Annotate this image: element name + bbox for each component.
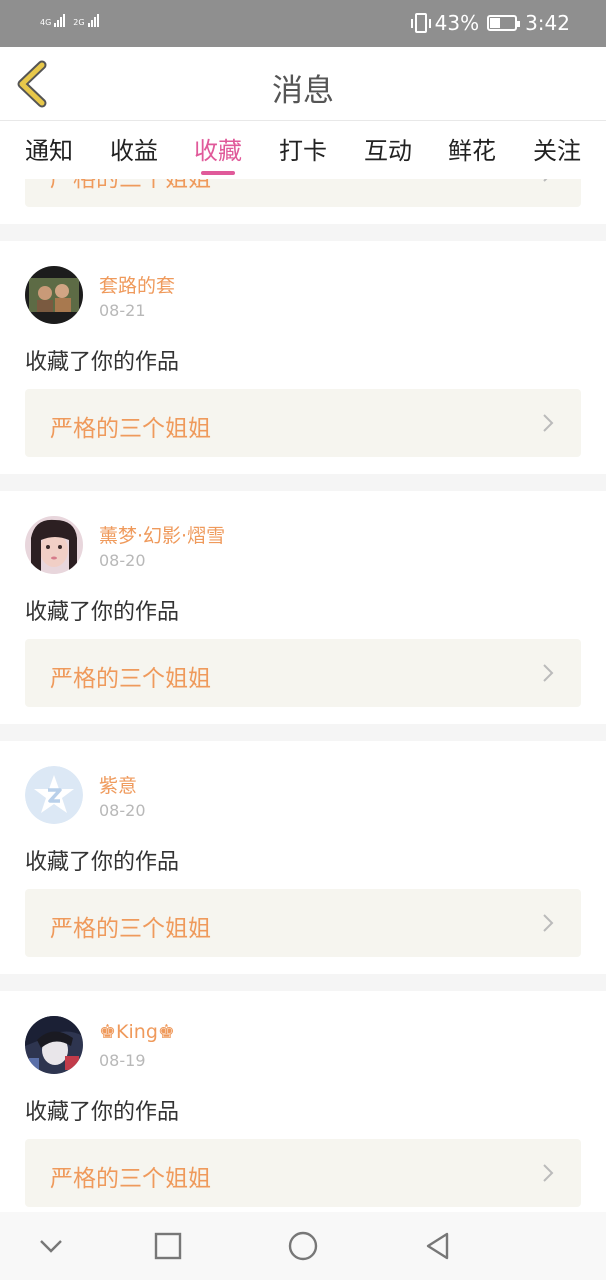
system-nav-bar	[0, 1212, 606, 1280]
work-title: 严格的三个姐姐	[50, 179, 211, 192]
work-title: 严格的三个姐姐	[50, 916, 211, 942]
header: 消息	[0, 47, 606, 121]
list-item: 紫意 08-20 收藏了你的作品 严格的三个姐姐	[0, 741, 606, 974]
date: 08-19	[99, 1051, 146, 1070]
home-icon[interactable]	[285, 1228, 321, 1264]
work-link[interactable]: 严格的三个姐姐	[25, 179, 581, 207]
tab-flowers[interactable]: 鲜花	[442, 131, 502, 166]
work-link[interactable]: 严格的三个姐姐	[25, 1139, 581, 1207]
list-item: 严格的三个姐姐	[0, 179, 606, 224]
work-title: 严格的三个姐姐	[50, 666, 211, 692]
date: 08-21	[99, 301, 146, 320]
active-tab-indicator	[201, 171, 235, 175]
network-type-label: 4G	[40, 18, 52, 27]
username[interactable]: 套路的套	[99, 271, 175, 298]
action-text: 收藏了你的作品	[25, 600, 180, 625]
date: 08-20	[99, 801, 146, 820]
clock: 3:42	[525, 11, 570, 35]
tab-checkin[interactable]: 打卡	[273, 131, 333, 166]
battery-icon	[487, 15, 521, 31]
work-title: 严格的三个姐姐	[50, 1166, 211, 1192]
vibrate-icon	[410, 13, 431, 33]
date: 08-20	[99, 551, 146, 570]
action-text: 收藏了你的作品	[25, 350, 180, 375]
default-avatar-icon	[25, 766, 83, 824]
collapse-icon[interactable]	[33, 1228, 69, 1264]
status-bar: 4G 2G 43% 3:42	[0, 0, 606, 47]
username[interactable]: ♚King♚	[99, 1021, 175, 1043]
network-type-label: 2G	[73, 18, 85, 27]
tab-notifications[interactable]: 通知	[19, 131, 79, 166]
chevron-right-icon	[543, 179, 548, 182]
chevron-right-icon	[543, 1164, 554, 1182]
list-item: ♚King♚ 08-19 收藏了你的作品 严格的三个姐姐	[0, 991, 606, 1212]
avatar-image	[25, 1016, 83, 1074]
username[interactable]: 紫意	[99, 771, 137, 798]
chevron-right-icon	[543, 664, 554, 682]
work-link[interactable]: 严格的三个姐姐	[25, 639, 581, 707]
tab-interaction[interactable]: 互动	[358, 131, 418, 166]
list-item: 薰梦·幻影·熠雪 08-20 收藏了你的作品 严格的三个姐姐	[0, 491, 606, 724]
tab-bar: 通知 收益 收藏 打卡 互动 鲜花 关注	[0, 121, 606, 179]
username[interactable]: 薰梦·幻影·熠雪	[99, 521, 225, 548]
tab-following[interactable]: 关注	[527, 131, 587, 166]
battery-percent: 43%	[434, 11, 480, 35]
avatar[interactable]	[25, 766, 83, 824]
work-link[interactable]: 严格的三个姐姐	[25, 889, 581, 957]
page-title: 消息	[272, 73, 334, 109]
avatar[interactable]	[25, 1016, 83, 1074]
tab-favorites[interactable]: 收藏	[188, 131, 248, 166]
avatar-image	[25, 266, 83, 324]
back-icon[interactable]	[420, 1228, 456, 1264]
action-text: 收藏了你的作品	[25, 1100, 180, 1125]
signal-icon: 4G	[40, 14, 66, 27]
avatar[interactable]	[25, 266, 83, 324]
favorites-feed[interactable]: 严格的三个姐姐 套路的套 08-21 收藏了你的作品 严格的三个姐姐 薰梦·幻影…	[0, 179, 606, 1212]
work-title: 严格的三个姐姐	[50, 416, 211, 442]
avatar-image	[25, 516, 83, 574]
avatar[interactable]	[25, 516, 83, 574]
recents-icon[interactable]	[150, 1228, 186, 1264]
chevron-right-icon	[543, 914, 554, 932]
tab-earnings[interactable]: 收益	[104, 131, 164, 166]
list-item: 套路的套 08-21 收藏了你的作品 严格的三个姐姐	[0, 241, 606, 474]
chevron-right-icon	[543, 414, 554, 432]
work-link[interactable]: 严格的三个姐姐	[25, 389, 581, 457]
action-text: 收藏了你的作品	[25, 850, 180, 875]
signal-indicators: 4G 2G	[40, 14, 99, 27]
signal-icon: 2G	[73, 14, 99, 27]
